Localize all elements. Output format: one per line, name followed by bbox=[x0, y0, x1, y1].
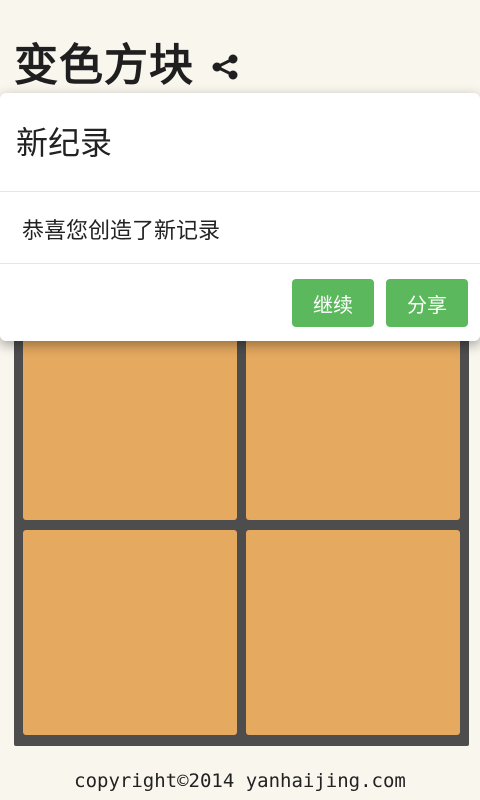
dialog-title: 新纪录 bbox=[16, 124, 113, 162]
dialog-header-divider bbox=[0, 191, 480, 192]
dialog-message: 恭喜您创造了新记录 bbox=[22, 219, 221, 244]
copyright-text: copyright©2014 yanhaijing.com bbox=[74, 770, 406, 792]
share-button[interactable] bbox=[208, 52, 242, 86]
share-record-button[interactable]: 分享 bbox=[386, 279, 468, 327]
game-board bbox=[14, 320, 469, 746]
continue-button[interactable]: 继续 bbox=[292, 279, 374, 327]
board-tile[interactable] bbox=[246, 329, 460, 520]
page-title: 变色方块 bbox=[14, 40, 194, 91]
share-icon bbox=[209, 51, 241, 87]
board-tile[interactable] bbox=[23, 530, 237, 735]
header: 变色方块 bbox=[14, 36, 242, 96]
dialog-footer-divider bbox=[0, 263, 480, 264]
board-tile[interactable] bbox=[23, 329, 237, 520]
page: 变色方块 新纪录 恭喜您创造了新记录 继续 分享 copyright©2014 … bbox=[0, 0, 480, 800]
board-tile[interactable] bbox=[246, 530, 460, 735]
